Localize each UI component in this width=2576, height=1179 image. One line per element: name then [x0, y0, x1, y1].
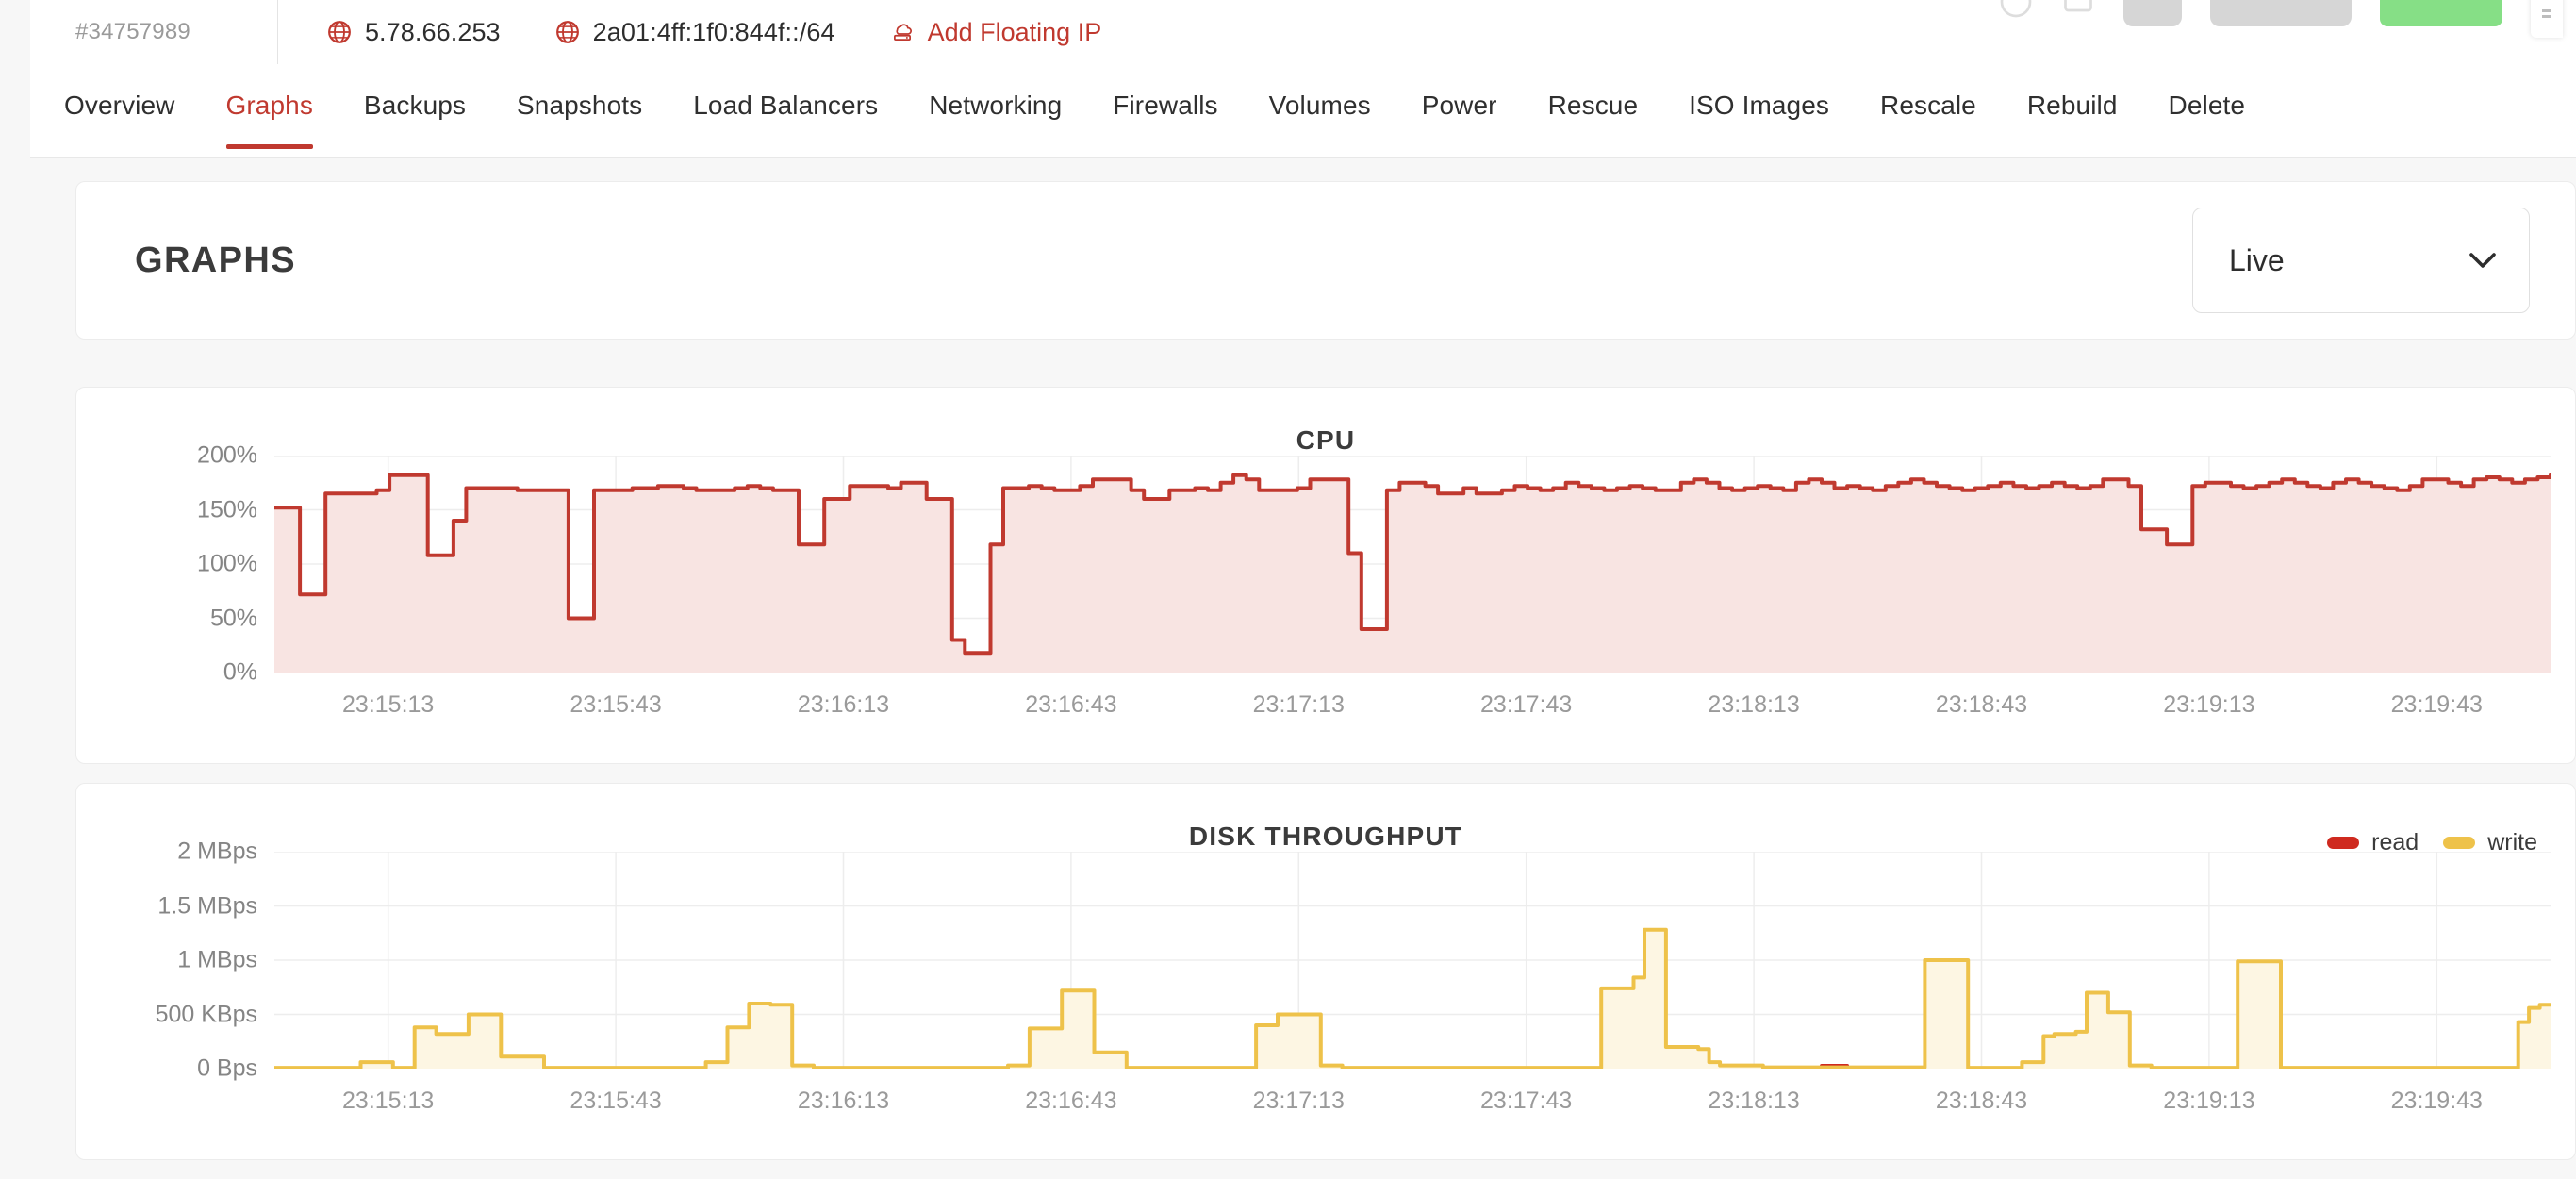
cpu-y-axis: 0% 50% 100% 150% 200% [76, 442, 274, 729]
disk-x-axis: 23:15:13 23:15:43 23:16:13 23:16:43 23:17:13… [76, 1088, 2575, 1125]
x-tick-label: 23:19:13 [2163, 1088, 2255, 1114]
floating-ip-icon [893, 24, 912, 41]
x-tick-label: 23:16:43 [1025, 1088, 1117, 1114]
x-tick-label: 23:17:43 [1480, 1088, 1573, 1114]
disk-chart-card: DISK THROUGHPUT read write 0 Bps 500 KBps 1… [75, 783, 2576, 1160]
x-tick-label: 23:15:43 [570, 1088, 662, 1114]
x-tick-label: 23:16:43 [1025, 691, 1117, 718]
x-tick-label: 23:17:43 [1480, 691, 1573, 718]
y-tick-label: 100% [197, 550, 257, 577]
time-range-select[interactable]: Live [2192, 208, 2530, 313]
tab-iso-images[interactable]: ISO Images [1689, 64, 1829, 121]
x-tick-label: 23:15:43 [570, 691, 662, 718]
side-panel-handle[interactable] [2531, 0, 2563, 38]
page-title: GRAPHS [135, 240, 296, 280]
y-tick-label: 1.5 MBps [157, 892, 257, 919]
x-tick-label: 23:18:13 [1708, 1088, 1800, 1114]
x-tick-label: 23:19:43 [2390, 1088, 2483, 1114]
message-icon[interactable] [2061, 0, 2095, 19]
graphs-header-card: GRAPHS Live [75, 181, 2576, 340]
status-pill-active[interactable] [2380, 0, 2502, 26]
chart-svg [274, 852, 2551, 1069]
tab-firewalls[interactable]: Firewalls [1113, 64, 1217, 121]
y-tick-label: 0 Bps [197, 1054, 257, 1082]
add-floating-ip-label: Add Floating IP [927, 17, 1102, 46]
divider [276, 0, 278, 64]
cpu-plot[interactable]: 0% 50% 100% 150% 200% 23:15:13 23:15:43 23:16:… [76, 442, 2575, 729]
legend-swatch-write [2443, 837, 2476, 849]
x-tick-label: 23:18:13 [1708, 691, 1800, 718]
y-tick-label: 2 MBps [177, 838, 257, 865]
server-id: #34757989 [75, 19, 190, 44]
main-content: GRAPHS Live CPU 0% 50% 100% 150% 200% 23:15:… [0, 160, 2576, 1179]
chart-svg [274, 456, 2551, 673]
disk-plot[interactable]: 0 Bps 500 KBps 1 MBps 1.5 MBps 2 MBps 23:15:… [76, 839, 2575, 1125]
tab-load-balancers[interactable]: Load Balancers [693, 64, 878, 121]
tab-overview[interactable]: Overview [64, 64, 175, 121]
disk-chart-title: DISK THROUGHPUT [1188, 822, 1463, 851]
action-pill-small[interactable] [2123, 0, 2182, 26]
action-pill-large[interactable] [2210, 0, 2352, 26]
tab-rebuild[interactable]: Rebuild [2027, 64, 2118, 121]
nav-left-gutter [0, 64, 30, 158]
ip-group: 5.78.66.253 2a01:4ff:1f0:844f::/64 Add F… [327, 18, 1101, 47]
cpu-chart-title: CPU [1296, 425, 1356, 455]
chevron-down-icon [2469, 253, 2496, 268]
tab-graphs[interactable]: Graphs [225, 64, 314, 149]
x-tick-label: 23:15:13 [342, 691, 435, 718]
y-tick-label: 50% [209, 605, 257, 631]
time-range-value: Live [2229, 242, 2285, 277]
x-tick-label: 23:19:13 [2163, 691, 2255, 718]
x-tick-label: 23:15:13 [342, 1088, 435, 1114]
ipv4-address: 5.78.66.253 [364, 17, 501, 46]
disk-y-axis: 0 Bps 500 KBps 1 MBps 1.5 MBps 2 MBps [76, 839, 274, 1125]
tab-power[interactable]: Power [1422, 64, 1497, 121]
y-tick-label: 1 MBps [177, 946, 257, 973]
tab-delete[interactable]: Delete [2169, 64, 2246, 121]
tab-list: Overview Graphs Backups Snapshots Load Balan… [0, 64, 2576, 158]
x-tick-label: 23:17:13 [1252, 1088, 1345, 1114]
tab-networking[interactable]: Networking [929, 64, 1062, 121]
y-tick-label: 500 KBps [155, 1001, 257, 1027]
legend-swatch-read [2327, 837, 2360, 849]
x-tick-label: 23:18:43 [1935, 1088, 2028, 1114]
tab-rescue[interactable]: Rescue [1548, 64, 1639, 121]
tab-backups[interactable]: Backups [364, 64, 466, 121]
top-bar: #34757989 5.78.66.253 2a01:4ff:1f0:844f:… [0, 0, 2576, 64]
globe-icon [555, 21, 579, 43]
tab-volumes[interactable]: Volumes [1269, 64, 1371, 121]
tab-rescale[interactable]: Rescale [1880, 64, 1976, 121]
tab-snapshots[interactable]: Snapshots [517, 64, 642, 121]
app-page: #34757989 5.78.66.253 2a01:4ff:1f0:844f:… [0, 0, 2576, 1179]
globe-icon [328, 21, 351, 43]
x-tick-label: 23:18:43 [1935, 691, 2028, 718]
x-tick-label: 23:16:13 [797, 1088, 890, 1114]
cpu-x-axis: 23:15:13 23:15:43 23:16:13 23:16:43 23:17:13… [76, 691, 2575, 729]
ipv4-item[interactable]: 5.78.66.253 [327, 18, 501, 47]
content-left-gutter [0, 160, 30, 1179]
help-circle-icon[interactable] [1999, 0, 2033, 19]
ipv6-address: 2a01:4ff:1f0:844f::/64 [592, 17, 835, 46]
x-tick-label: 23:17:13 [1252, 691, 1345, 718]
tab-bar: Overview Graphs Backups Snapshots Load Balan… [0, 64, 2576, 158]
cpu-chart-card: CPU 0% 50% 100% 150% 200% 23:15:13 23:15:43 23… [75, 387, 2576, 764]
y-tick-label: 0% [223, 658, 257, 686]
x-tick-label: 23:19:43 [2390, 691, 2483, 718]
add-floating-ip-link[interactable]: Add Floating IP [890, 17, 1102, 47]
x-tick-label: 23:16:13 [797, 691, 890, 718]
y-tick-label: 150% [197, 496, 257, 523]
left-gutter [0, 0, 30, 64]
ipv6-item[interactable]: 2a01:4ff:1f0:844f::/64 [555, 18, 835, 47]
topbar-actions [1999, 0, 2576, 64]
y-tick-label: 200% [197, 441, 257, 469]
series-area-cpu [274, 474, 2551, 673]
